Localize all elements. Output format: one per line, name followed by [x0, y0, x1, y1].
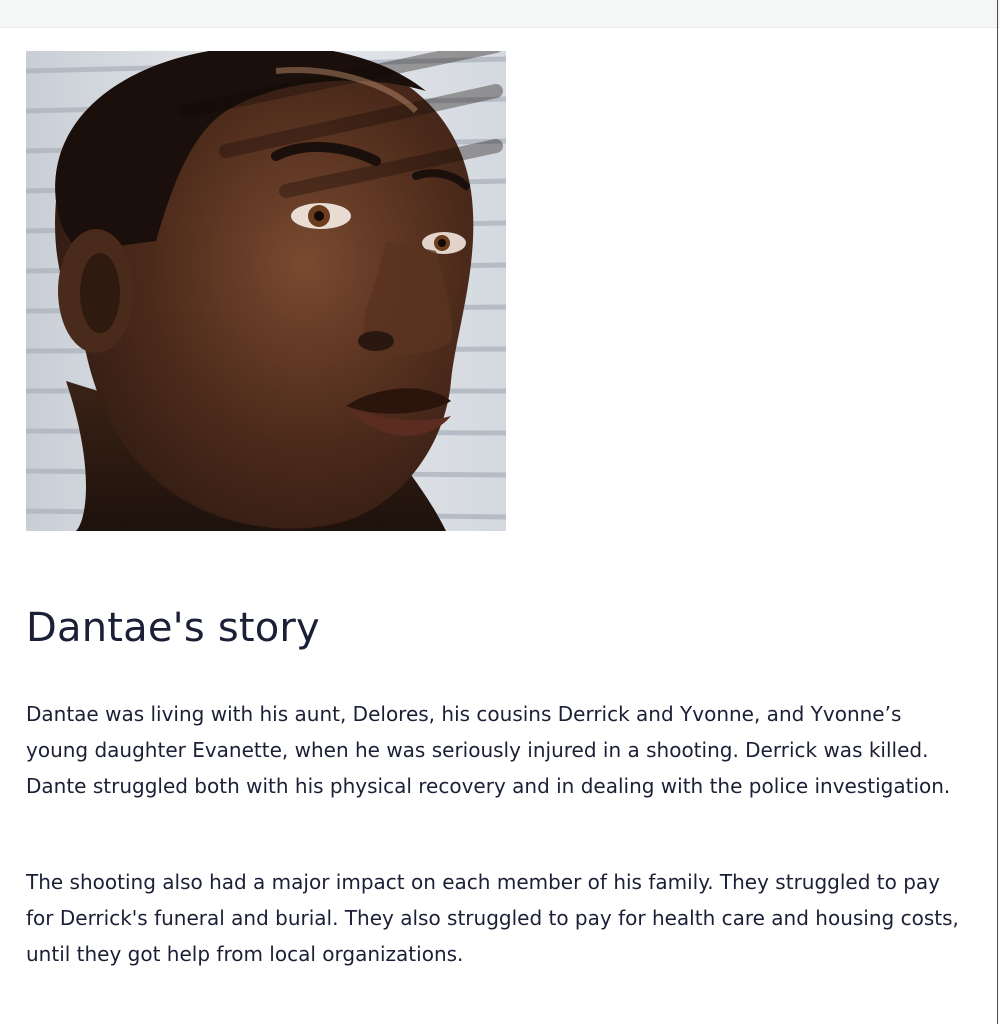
page-edge-divider: [997, 0, 998, 1024]
portrait-illustration: [26, 51, 506, 531]
story-photo: [26, 51, 506, 531]
story-title: Dantae's story: [26, 605, 320, 651]
story-paragraph: Dantae was living with his aunt, Delores…: [26, 702, 951, 798]
story-paragraph: The shooting also had a major impact on …: [26, 870, 959, 966]
top-bar: [0, 0, 1000, 28]
